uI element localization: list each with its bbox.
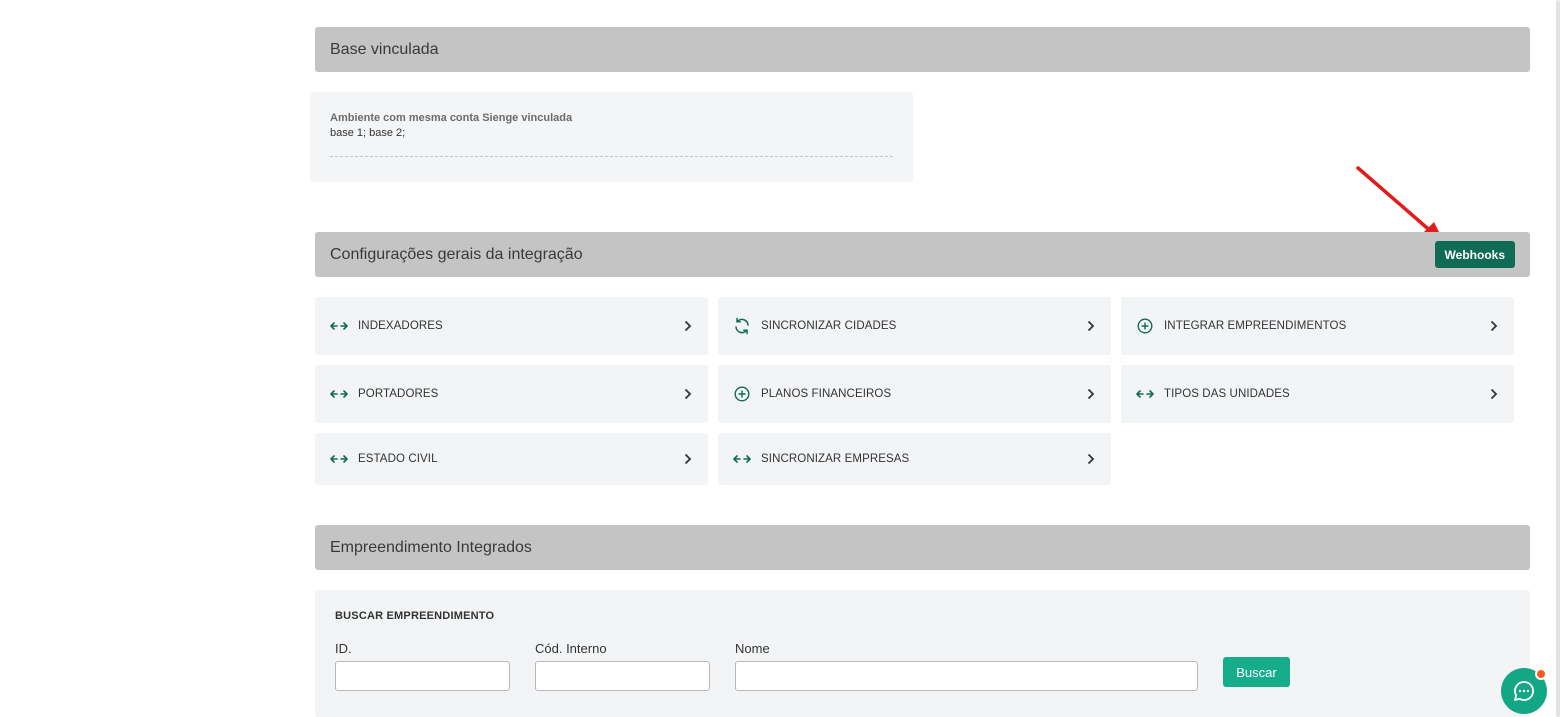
tile-portadores[interactable]: PORTADORES — [315, 365, 708, 423]
chevron-right-icon — [1087, 319, 1097, 333]
chat-notification-dot — [1535, 668, 1547, 680]
tile-label: TIPOS DAS UNIDADES — [1164, 388, 1290, 400]
chevron-right-icon — [1490, 387, 1500, 401]
linked-base-card: Ambiente com mesma conta Sienge vinculad… — [310, 92, 913, 182]
sync-icon — [733, 317, 751, 335]
chevron-right-icon — [1087, 387, 1097, 401]
chevron-right-icon — [1087, 452, 1097, 466]
configuracoes-header: Configurações gerais da integração Webho… — [315, 232, 1530, 277]
scrollbar-thumb[interactable] — [1556, 0, 1560, 717]
tile-planos-financeiros[interactable]: PLANOS FINANCEIROS — [718, 365, 1111, 423]
plus-circle-icon — [733, 385, 751, 403]
chat-icon — [1514, 681, 1534, 701]
chevron-right-icon — [1490, 319, 1500, 333]
id-label: ID. — [335, 641, 352, 656]
dashed-divider — [330, 156, 893, 157]
codigo-interno-label: Cód. Interno — [535, 641, 607, 656]
tile-estado-civil[interactable]: ESTADO CIVIL — [315, 433, 708, 485]
id-input[interactable] — [335, 661, 510, 691]
tile-label: INTEGRAR EMPREENDIMENTOS — [1164, 320, 1347, 332]
buscar-button[interactable]: Buscar — [1223, 657, 1290, 687]
configuracoes-title: Configurações gerais da integração — [330, 245, 583, 263]
tile-label: SINCRONIZAR CIDADES — [761, 320, 897, 332]
arrows-horizontal-icon — [330, 385, 348, 403]
linked-base-label: Ambiente com mesma conta Sienge vinculad… — [330, 112, 573, 124]
tile-label: INDEXADORES — [358, 320, 443, 332]
tile-label: ESTADO CIVIL — [358, 453, 438, 465]
arrows-horizontal-icon — [1136, 385, 1154, 403]
base-vinculada-header: Base vinculada — [315, 27, 1530, 72]
chevron-right-icon — [684, 387, 694, 401]
base-vinculada-title: Base vinculada — [330, 40, 439, 58]
nome-input[interactable] — [735, 661, 1198, 691]
tile-label: SINCRONIZAR EMPRESAS — [761, 453, 910, 465]
tile-sincronizar-empresas[interactable]: SINCRONIZAR EMPRESAS — [718, 433, 1111, 485]
nome-label: Nome — [735, 641, 770, 656]
scrollbar-track[interactable] — [1554, 0, 1562, 717]
chevron-right-icon — [684, 319, 694, 333]
arrows-horizontal-icon — [330, 317, 348, 335]
linked-base-value: base 1; base 2; — [330, 127, 406, 139]
tile-integrar-empreendimentos[interactable]: INTEGRAR EMPREENDIMENTOS — [1121, 297, 1514, 355]
arrows-horizontal-icon — [330, 450, 348, 468]
tile-label: PLANOS FINANCEIROS — [761, 388, 892, 400]
codigo-interno-input[interactable] — [535, 661, 710, 691]
plus-circle-icon — [1136, 317, 1154, 335]
empreendimentos-title: Empreendimento Integrados — [330, 538, 532, 556]
webhooks-button[interactable]: Webhooks — [1434, 241, 1515, 268]
tile-indexadores[interactable]: INDEXADORES — [315, 297, 708, 355]
chevron-right-icon — [684, 452, 694, 466]
search-title: BUSCAR EMPREENDIMENTO — [335, 610, 495, 622]
tile-sincronizar-cidades[interactable]: SINCRONIZAR CIDADES — [718, 297, 1111, 355]
empreendimentos-header: Empreendimento Integrados — [315, 525, 1530, 570]
tile-tipos-das-unidades[interactable]: TIPOS DAS UNIDADES — [1121, 365, 1514, 423]
search-empreendimento-card: BUSCAR EMPREENDIMENTO ID. Cód. Interno N… — [315, 590, 1530, 717]
tile-label: PORTADORES — [358, 388, 439, 400]
arrows-horizontal-icon — [733, 450, 751, 468]
